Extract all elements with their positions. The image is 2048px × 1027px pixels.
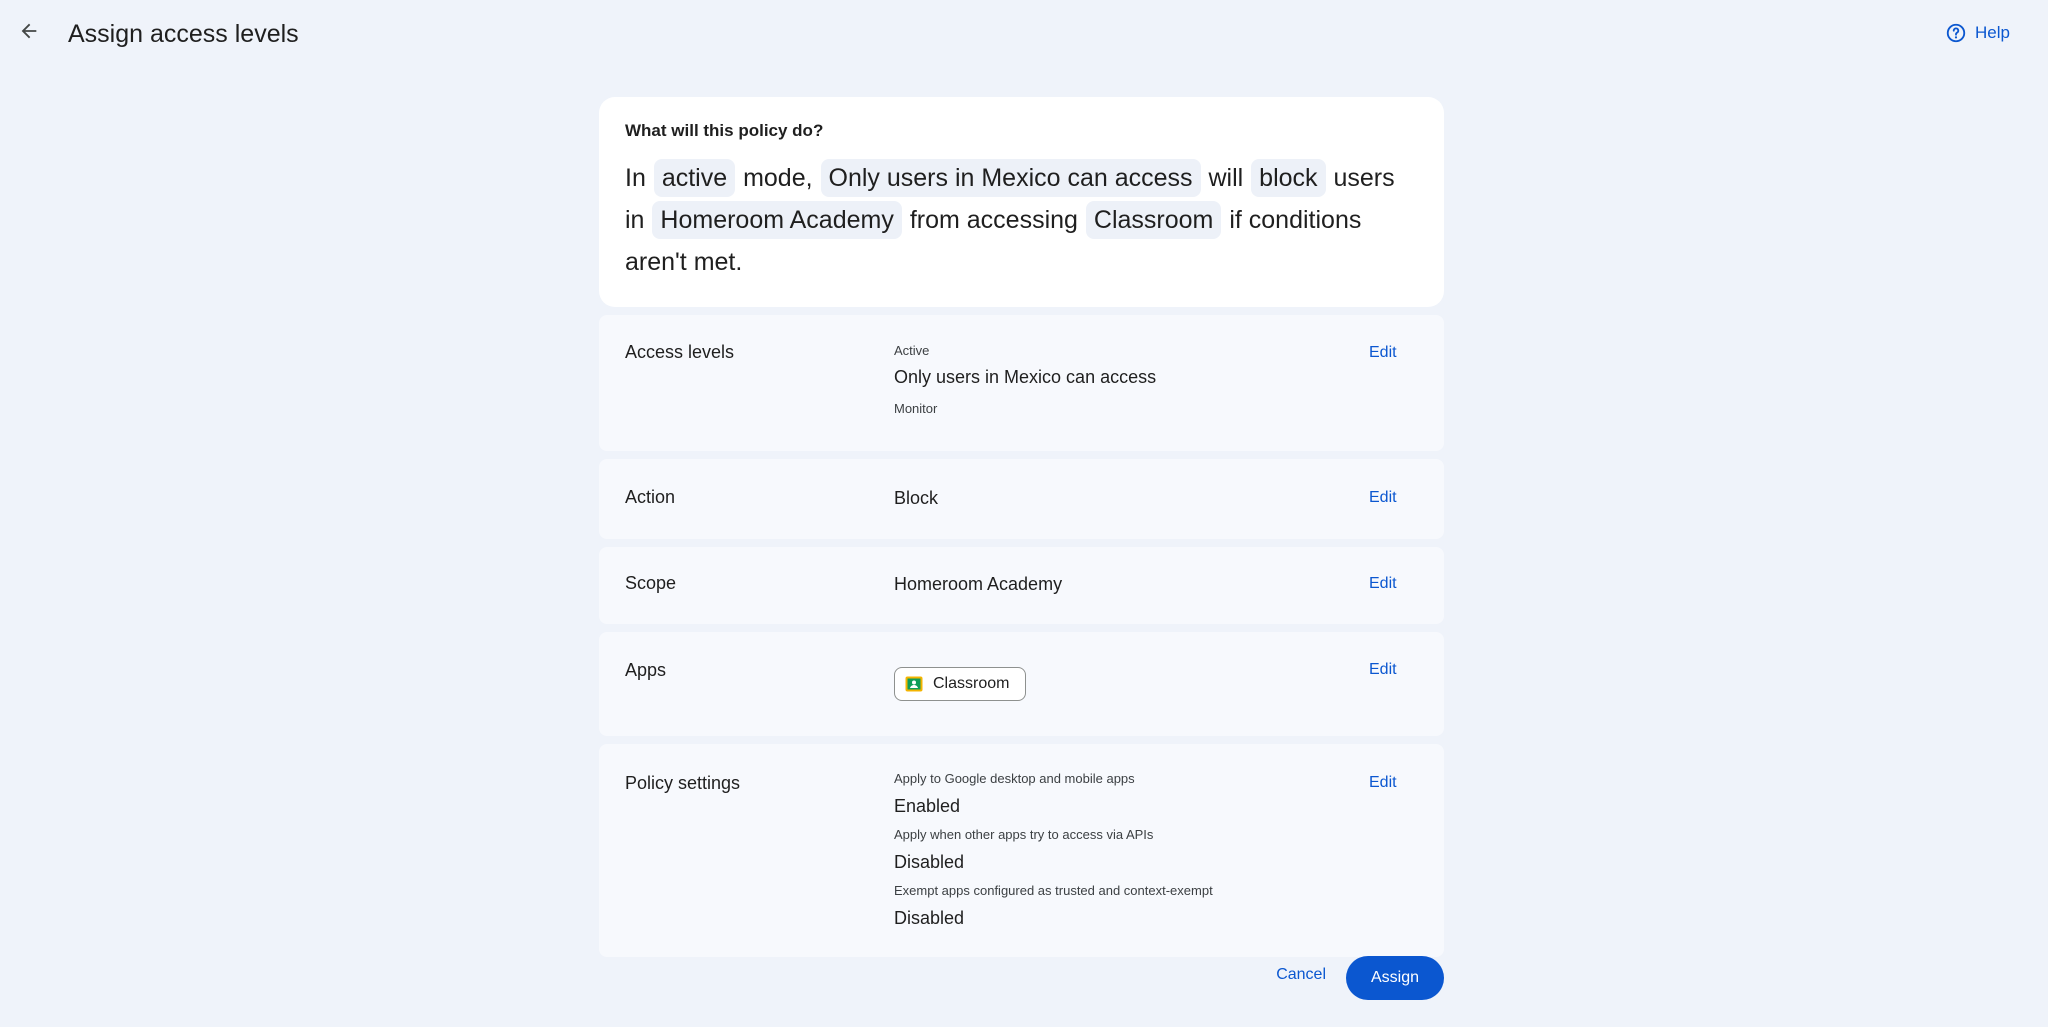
setting-value: Disabled — [894, 908, 965, 928]
section-policy-settings: Policy settings Apply to Google desktop … — [599, 744, 1444, 957]
setting-value: Disabled — [894, 852, 965, 872]
page-title: Assign access levels — [68, 20, 299, 48]
classroom-app-icon — [905, 676, 923, 692]
scope-value: Homeroom Academy — [894, 574, 1063, 594]
apps-values: Classroom — [894, 667, 1027, 701]
section-apps: Apps Classroom Edit — [599, 632, 1444, 736]
arrow-back-icon — [21, 23, 37, 39]
setting-label: Exempt apps configured as trusted and co… — [894, 883, 1213, 898]
summary-title: What will this policy do? — [625, 121, 824, 140]
summary-text: mode, — [743, 164, 813, 192]
section-access-levels: Access levels Active Only users in Mexic… — [599, 315, 1444, 451]
section-action: Action Block Edit — [599, 459, 1444, 539]
section-label: Policy settings — [625, 773, 741, 793]
policy-column: What will this policy do? In active mode… — [599, 97, 1444, 957]
active-label: Active — [894, 343, 930, 358]
summary-text: will — [1208, 164, 1244, 192]
access-level-chip: Only users in Mexico can access — [820, 159, 1201, 197]
action-chip: block — [1251, 159, 1326, 197]
help-link[interactable]: Help — [1945, 22, 2010, 44]
footer-actions: Cancel Assign — [599, 956, 1444, 1000]
mode-chip: active — [653, 159, 736, 197]
active-access-level: Only users in Mexico can access — [894, 367, 1157, 387]
section-label: Scope — [625, 573, 677, 593]
section-label: Apps — [625, 660, 667, 680]
setting-label: Apply to Google desktop and mobile apps — [894, 771, 1135, 786]
monitor-label: Monitor — [894, 401, 938, 416]
back-button[interactable] — [12, 14, 46, 48]
help-label: Help — [1975, 23, 2010, 42]
top-bar: Assign access levels Help — [0, 0, 2048, 70]
scope-chip: Homeroom Academy — [652, 201, 902, 239]
help-circle-icon — [1946, 23, 1966, 43]
setting-label: Apply when other apps try to access via … — [894, 827, 1154, 842]
app-name: Classroom — [933, 675, 1010, 692]
policy-summary-card: What will this policy do? In active mode… — [599, 97, 1444, 307]
section-label: Access levels — [625, 342, 735, 362]
cancel-button[interactable]: Cancel — [1276, 966, 1326, 984]
summary-sentence: In active mode, Only users in Mexico can… — [625, 157, 1418, 283]
edit-policy-settings-link[interactable]: Edit — [1369, 774, 1397, 792]
section-scope: Scope Homeroom Academy Edit — [599, 547, 1444, 624]
app-chip-summary: Classroom — [1085, 201, 1222, 239]
setting-value: Enabled — [894, 796, 961, 816]
edit-apps-link[interactable]: Edit — [1369, 661, 1397, 679]
policy-settings-values: Apply to Google desktop and mobile apps … — [894, 770, 1213, 931]
assign-button[interactable]: Assign — [1346, 956, 1444, 1000]
summary-text: from accessing — [909, 206, 1078, 234]
edit-action-link[interactable]: Edit — [1369, 489, 1397, 507]
edit-access-levels-link[interactable]: Edit — [1369, 344, 1397, 362]
summary-text: In — [625, 164, 646, 192]
section-label: Action — [625, 487, 676, 507]
edit-scope-link[interactable]: Edit — [1369, 575, 1397, 593]
action-value: Block — [894, 488, 939, 508]
classroom-app-chip[interactable]: Classroom — [894, 667, 1027, 701]
access-levels-values: Active Only users in Mexico can access M… — [894, 342, 1156, 418]
